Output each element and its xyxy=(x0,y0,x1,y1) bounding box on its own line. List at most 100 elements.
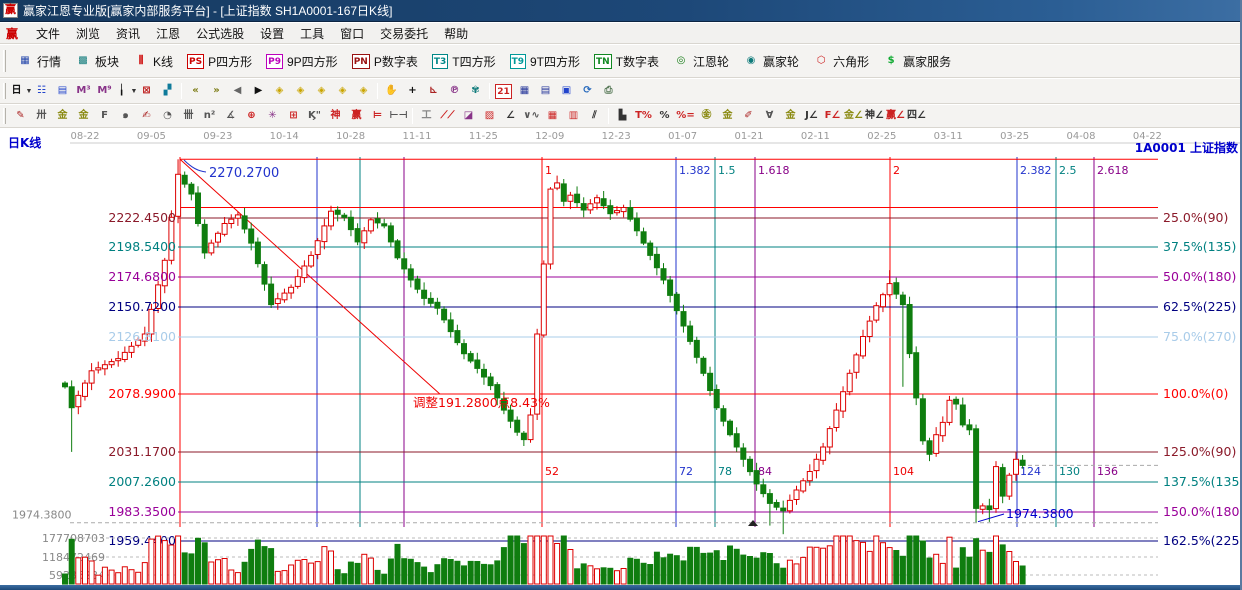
menu-item-5[interactable]: 设置 xyxy=(252,23,292,44)
p-square-button[interactable]: PSP四方形 xyxy=(181,50,258,73)
calculator-button[interactable]: ▦ xyxy=(514,82,535,100)
nav-prev-button[interactable]: ◀ xyxy=(227,82,248,100)
menu-item-3[interactable]: 江恩 xyxy=(148,23,188,44)
box-fan-tool[interactable]: ◪ xyxy=(458,107,479,125)
9t-square-button[interactable]: T99T四方形 xyxy=(504,50,586,73)
zoom-in-button[interactable]: ◈ xyxy=(332,82,353,100)
save-button[interactable]: ▣ xyxy=(556,82,577,100)
gann-scale-tool[interactable]: 卅 xyxy=(31,107,52,125)
zoom-right-button[interactable]: ◈ xyxy=(290,82,311,100)
percent-tool[interactable]: % xyxy=(654,107,675,125)
quotes-button[interactable]: ▦行情 xyxy=(11,50,67,73)
wave3-button[interactable]: M³ xyxy=(73,82,94,100)
gold-underline-tool[interactable]: 金 xyxy=(780,107,801,125)
calendar-button[interactable]: 21 xyxy=(493,82,514,100)
gann-tool-button[interactable]: ℗ xyxy=(444,82,465,100)
memo-button[interactable]: ▤ xyxy=(52,82,73,100)
n-square-tool[interactable]: n² xyxy=(199,107,220,125)
shen-angle-tool[interactable]: 神∠ xyxy=(864,107,885,125)
gold-lines-tool[interactable]: 金 xyxy=(717,107,738,125)
draw-pen-tool[interactable]: ✎ xyxy=(10,107,31,125)
angle-tool-button[interactable]: ⊾ xyxy=(423,82,444,100)
k-quote-tool[interactable]: Ϗ" xyxy=(304,107,325,125)
menu-item-2[interactable]: 资讯 xyxy=(108,23,148,44)
pen-ruler-tool[interactable]: ✍ xyxy=(136,107,157,125)
fan-lines-tool[interactable]: ⟋⟋ xyxy=(437,107,458,125)
volume-series[interactable] xyxy=(63,536,1026,584)
rail-tool[interactable]: 工 xyxy=(416,107,437,125)
triple-line-tool[interactable]: ⫽ xyxy=(584,107,605,125)
ying-tool[interactable]: 赢 xyxy=(346,107,367,125)
overlay-net-button[interactable]: ☷ xyxy=(31,82,52,100)
zoom-all-button[interactable]: ◈ xyxy=(353,82,374,100)
j-angle-tool[interactable]: J∠ xyxy=(801,107,822,125)
angle-ruler-tool[interactable]: ∡ xyxy=(220,107,241,125)
zoom-left-button[interactable]: ◈ xyxy=(269,82,290,100)
remote-button[interactable]: ⎙ xyxy=(598,82,619,100)
kline-button[interactable]: ⫼K线 xyxy=(127,50,179,73)
hexagon-button[interactable]: ⬡六角形 xyxy=(807,50,875,73)
toolbar-grip[interactable] xyxy=(3,108,6,123)
trend-angle-tool[interactable]: ∠ xyxy=(500,107,521,125)
winner-wheel-button[interactable]: ◉赢家轮 xyxy=(737,50,805,73)
sync-button[interactable]: ⟳ xyxy=(577,82,598,100)
ying-angle-tool[interactable]: 赢∠ xyxy=(885,107,906,125)
ruler-123-tool[interactable]: ⊨ xyxy=(367,107,388,125)
zigzag-tool[interactable]: ∨∿ xyxy=(521,107,542,125)
gold-angle-tool[interactable]: 金∠ xyxy=(843,107,864,125)
menu-item-7[interactable]: 窗口 xyxy=(332,23,372,44)
candlestick-series[interactable] xyxy=(63,159,1026,534)
grid-target-tool[interactable]: ⊞ xyxy=(283,107,304,125)
pattern-tool-button[interactable]: ✾ xyxy=(465,82,486,100)
menu-item-8[interactable]: 交易委托 xyxy=(372,23,436,44)
red-grid2-tool[interactable]: ▥ xyxy=(563,107,584,125)
hand-tool-button[interactable]: ✋ xyxy=(381,82,402,100)
percent-line-tool[interactable]: T% xyxy=(633,107,654,125)
crosshair-tool-button[interactable]: + xyxy=(402,82,423,100)
fibonacci-scale-tool[interactable]: F xyxy=(94,107,115,125)
t-square-button[interactable]: T3T四方形 xyxy=(426,50,502,73)
menu-item-4[interactable]: 公式选股 xyxy=(188,23,252,44)
target-cross-tool[interactable]: ⊕ xyxy=(241,107,262,125)
shen-tool[interactable]: 神 xyxy=(325,107,346,125)
grid-fan-tool[interactable]: ▨ xyxy=(479,107,500,125)
spiral-tool[interactable]: ๑ xyxy=(115,107,136,125)
menu-item-6[interactable]: 工具 xyxy=(292,23,332,44)
candle-style-dropdown[interactable]: ╽▼ xyxy=(115,82,136,100)
chart-area[interactable]: 08-2209-0509-2310-1410-2811-1111-2512-09… xyxy=(0,128,1242,585)
cup-tool[interactable]: ∀ xyxy=(759,107,780,125)
gold-circle-tool[interactable]: ㊎ xyxy=(696,107,717,125)
menu-item-1[interactable]: 浏览 xyxy=(68,23,108,44)
p-table-button[interactable]: PNP数字表 xyxy=(346,50,424,73)
red-grid-tool[interactable]: ▦ xyxy=(542,107,563,125)
percent-eq-tool[interactable]: %= xyxy=(675,107,696,125)
t-table-button[interactable]: TNT数字表 xyxy=(588,50,665,73)
winner-service-button[interactable]: $赢家服务 xyxy=(877,50,957,73)
9p-square-button[interactable]: P99P四方形 xyxy=(260,50,344,73)
toolbar-grip[interactable] xyxy=(3,50,6,72)
nav-next-button[interactable]: ▶ xyxy=(248,82,269,100)
f-angle-tool[interactable]: F∠ xyxy=(822,107,843,125)
chip-distribution-button[interactable]: ▞ xyxy=(157,82,178,100)
chip-pattern-button[interactable]: ⊠ xyxy=(136,82,157,100)
gann-wheel-button[interactable]: ◎江恩轮 xyxy=(667,50,735,73)
zoom-h-button[interactable]: ◈ xyxy=(311,82,332,100)
brush2-tool[interactable]: ✐ xyxy=(738,107,759,125)
title-bar[interactable]: 赢 赢家江恩专业版[赢家内部服务平台] - [上证指数 SH1A0001-167… xyxy=(0,0,1242,22)
nav-first-button[interactable]: « xyxy=(185,82,206,100)
menu-item-9[interactable]: 帮助 xyxy=(436,23,476,44)
kline-chart[interactable]: 08-2209-0509-2310-1410-2811-1111-2512-09… xyxy=(0,128,1242,585)
wave9-button[interactable]: M⁹ xyxy=(94,82,115,100)
volume-profile-tool[interactable]: ▙ xyxy=(612,107,633,125)
report-button[interactable]: ▤ xyxy=(535,82,556,100)
period-day-dropdown[interactable]: 日▼ xyxy=(10,82,31,100)
star-cycle-tool[interactable]: ✳ xyxy=(262,107,283,125)
menu-item-0[interactable]: 文件 xyxy=(28,23,68,44)
toolbar-grip[interactable] xyxy=(3,83,6,100)
nav-last-button[interactable]: » xyxy=(206,82,227,100)
width-measure-tool[interactable]: ⊢⊣ xyxy=(388,107,409,125)
sectors-button[interactable]: ▩板块 xyxy=(69,50,125,73)
scale-tool[interactable]: 卌 xyxy=(178,107,199,125)
circle-ruler-tool[interactable]: ◔ xyxy=(157,107,178,125)
gold-scale-tool-2[interactable]: 金 xyxy=(73,107,94,125)
